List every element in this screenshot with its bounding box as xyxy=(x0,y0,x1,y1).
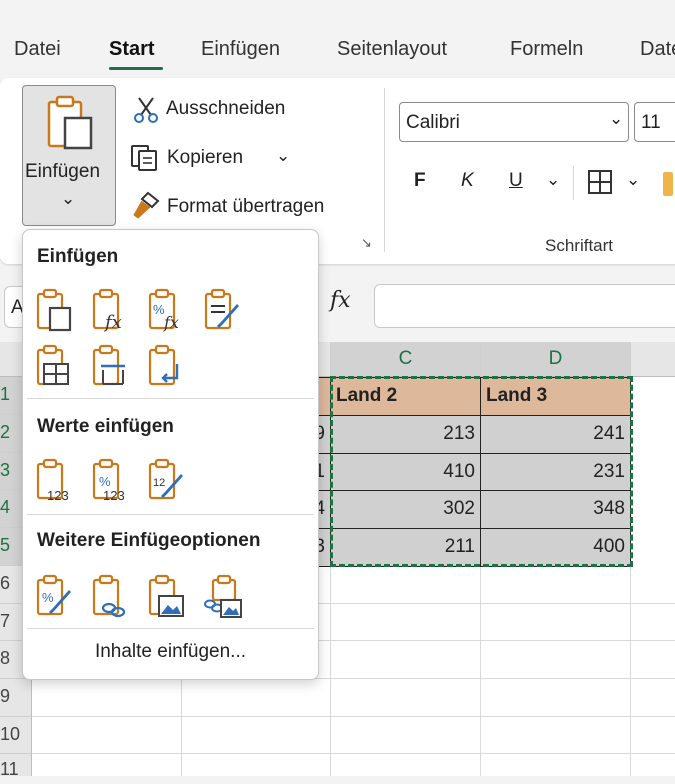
function-fx-icon[interactable]: fx xyxy=(330,288,351,313)
paste-link-icon[interactable] xyxy=(91,574,131,620)
svg-text:%: % xyxy=(99,474,111,489)
italic-button[interactable]: K xyxy=(461,170,474,192)
font-group-label: Schriftart xyxy=(545,236,614,255)
underline-button[interactable]: U xyxy=(509,170,523,192)
svg-text:123: 123 xyxy=(103,488,125,503)
gridline xyxy=(32,753,675,754)
copy-button[interactable]: Kopieren xyxy=(167,147,243,169)
gridline xyxy=(32,716,675,717)
font-name-chevron-down-icon: ⌄ xyxy=(609,109,624,128)
paste-formatting-icon[interactable]: % xyxy=(35,574,75,620)
copy-icon xyxy=(130,144,160,172)
paste-values-icon[interactable]: 123 xyxy=(35,458,75,504)
paste-keep-source-formatting-icon[interactable] xyxy=(203,288,243,334)
menu-divider xyxy=(27,514,314,515)
bold-button[interactable]: F xyxy=(414,170,426,192)
svg-text:123: 123 xyxy=(47,488,69,503)
column-header-d[interactable]: D xyxy=(481,342,631,377)
format-painter-icon xyxy=(130,191,160,221)
font-separator xyxy=(573,166,574,200)
paste-picture-icon[interactable] xyxy=(147,574,187,620)
font-name-combo[interactable]: Calibri ⌄ xyxy=(399,102,629,142)
tab-seitenlayout[interactable]: Seitenlayout xyxy=(337,38,447,61)
svg-text:fx: fx xyxy=(103,312,122,333)
row-header-11[interactable]: 11 xyxy=(0,754,32,779)
paste-chevron-down-icon: ⌄ xyxy=(61,189,76,208)
svg-text:12: 12 xyxy=(153,477,165,489)
row-header-10[interactable]: 10 xyxy=(0,717,32,754)
formula-input[interactable] xyxy=(374,284,675,328)
paste-values-source-formatting-icon[interactable]: 12 xyxy=(147,458,187,504)
tab-start[interactable]: Start xyxy=(109,38,155,61)
other-paste-options-heading: Weitere Einfügeoptionen xyxy=(37,530,261,551)
group-separator xyxy=(384,88,385,252)
borders-chevron-down-icon[interactable]: ⌄ xyxy=(626,170,640,190)
font-size-value: 11 xyxy=(641,112,661,133)
svg-text:%: % xyxy=(42,590,54,605)
underline-chevron-down-icon[interactable]: ⌄ xyxy=(546,170,560,190)
svg-text:fx: fx xyxy=(163,313,179,332)
paste-values-number-format-icon[interactable]: % 123 xyxy=(91,458,131,504)
column-header-e[interactable] xyxy=(631,342,675,377)
column-header-c[interactable]: C xyxy=(331,342,481,377)
tab-formeln[interactable]: Formeln xyxy=(510,38,583,61)
menu-divider xyxy=(27,628,314,629)
menu-divider xyxy=(27,398,314,399)
format-painter-button[interactable]: Format übertragen xyxy=(167,196,324,218)
tab-datei[interactable]: Datei xyxy=(14,38,61,61)
paste-formulas-number-format-icon[interactable]: % fx xyxy=(147,288,187,334)
paste-special-menu-item[interactable]: Inhalte einfügen... xyxy=(23,641,318,663)
paste-formulas-icon[interactable]: fx xyxy=(91,288,131,334)
paste-linked-picture-icon[interactable] xyxy=(203,574,243,620)
paste-button-label: Einfügen xyxy=(25,161,101,182)
paste-keep-column-widths-icon[interactable] xyxy=(91,344,131,390)
scissors-icon xyxy=(133,96,159,124)
copy-chevron-down-icon[interactable]: ⌄ xyxy=(276,146,290,166)
paste-values-section-heading: Werte einfügen xyxy=(37,416,174,437)
borders-icon[interactable] xyxy=(586,168,614,196)
clipboard-launcher-icon[interactable]: ↘ xyxy=(361,235,372,251)
tab-einfuegen[interactable]: Einfügen xyxy=(201,38,280,61)
fill-color-icon[interactable] xyxy=(663,172,673,196)
paste-icon[interactable] xyxy=(35,288,75,334)
row-header-9[interactable]: 9 xyxy=(0,679,32,717)
font-size-combo[interactable]: 11 xyxy=(634,102,675,142)
paste-section-heading: Einfügen xyxy=(37,246,119,267)
font-name-value: Calibri xyxy=(406,112,460,133)
active-tab-indicator xyxy=(109,67,163,70)
cut-button[interactable]: Ausschneiden xyxy=(166,98,285,120)
copy-marquee xyxy=(330,376,633,567)
paste-no-borders-icon[interactable] xyxy=(35,344,75,390)
paste-transpose-icon[interactable] xyxy=(147,344,187,390)
paste-options-menu: Einfügen fx % fx Werte einfügen 123 % 123 … xyxy=(22,229,319,680)
clipboard-paste-icon xyxy=(45,94,95,152)
tab-daten[interactable]: Daten xyxy=(640,38,675,61)
